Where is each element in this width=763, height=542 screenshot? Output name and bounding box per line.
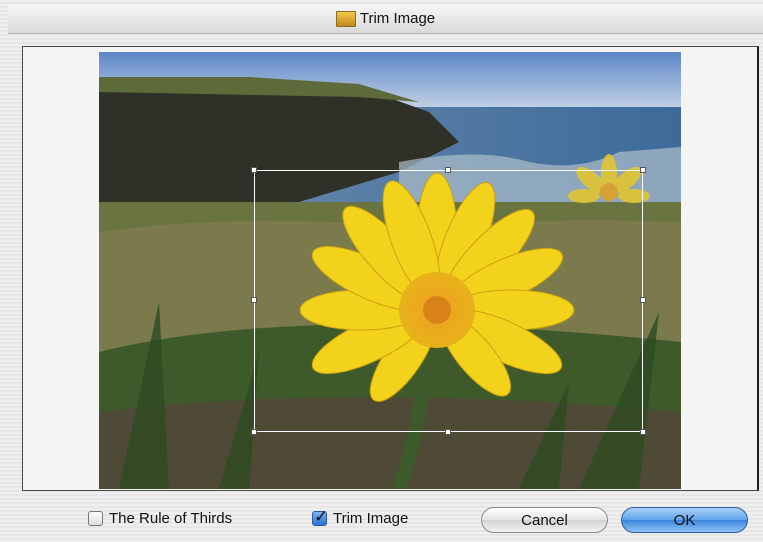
crop-handle-bottom-left[interactable] [251,429,257,435]
crop-handle-bottom[interactable] [445,429,451,435]
title-bar: Trim Image [8,4,763,34]
trim-image-checkbox[interactable] [312,507,328,527]
rule-of-thirds-label: The Rule of Thirds [109,510,233,527]
rule-of-thirds-checkbox[interactable] [88,511,103,526]
crop-handle-left[interactable] [251,297,257,303]
crop-selection-rectangle[interactable] [254,170,643,432]
rule-of-thirds-option[interactable]: The Rule of Thirds [88,510,232,527]
window-title: Trim Image [359,10,436,27]
crop-handle-right[interactable] [640,297,646,303]
cancel-button[interactable]: Cancel [481,507,608,533]
crop-handle-bottom-right[interactable] [640,429,646,435]
trim-image-label: Trim Image [333,510,409,527]
crop-handle-top[interactable] [445,167,451,173]
crop-handle-top-left[interactable] [251,167,257,173]
ok-button[interactable]: OK [621,507,748,533]
trim-image-dialog: Trim Image The Rule of Thirds ✓ Trim Ima… [0,0,763,542]
crop-handle-top-right[interactable] [640,167,646,173]
image-folder-icon [335,10,356,27]
trim-image-option[interactable]: Trim Image [312,507,409,527]
